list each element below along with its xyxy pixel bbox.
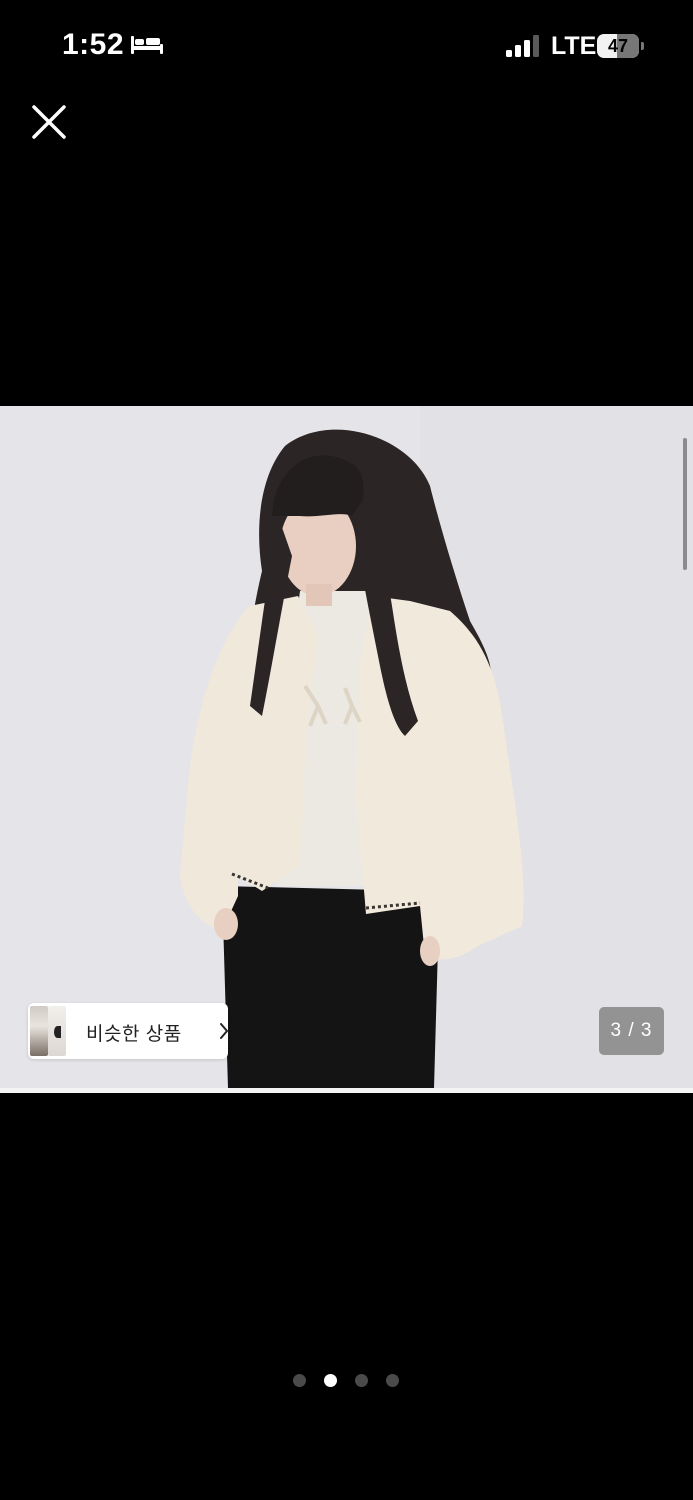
similar-product-thumbnail [30,1006,48,1056]
similar-products-button[interactable]: 비슷한 상품 [28,1003,228,1059]
page-dot[interactable] [386,1374,399,1387]
status-time: 1:52 [62,28,125,61]
cellular-signal-icon [506,35,539,57]
battery-level: 47 [607,36,629,56]
image-counter: 3 / 3 [599,1007,664,1055]
photo-divider [0,1088,693,1093]
network-type: LTE [551,32,597,60]
status-bar: 1:52 LTE 47 [0,0,693,92]
scroll-indicator[interactable] [683,438,687,570]
page-dot[interactable] [324,1374,337,1387]
product-model-illustration [0,406,693,1088]
battery-icon: 47 [597,34,644,58]
similar-product-thumbnail [48,1006,66,1056]
page-indicator [293,1374,403,1388]
page-dot[interactable] [293,1374,306,1387]
close-button[interactable] [24,97,74,147]
similar-products-label: 비슷한 상품 [86,1024,182,1045]
chevron-right-icon [220,1023,228,1039]
close-icon [32,105,66,139]
page-dot[interactable] [355,1374,368,1387]
sleep-bed-icon [131,36,163,54]
product-photo[interactable] [0,406,693,1088]
